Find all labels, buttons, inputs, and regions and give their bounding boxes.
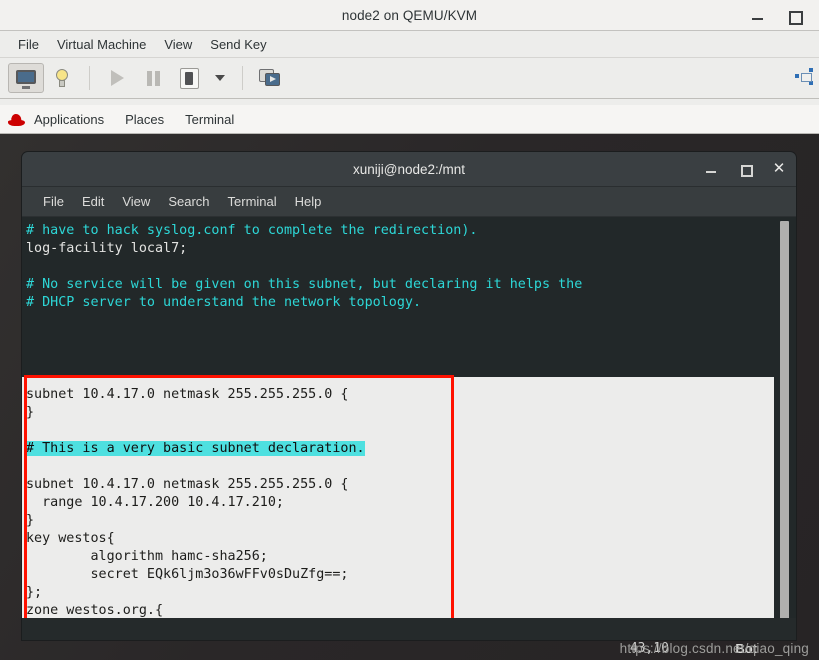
terminal-line: # DHCP server to understand the network … [26, 295, 422, 310]
terminal-window: xuniji@node2:/mnt ✕ File Edit View Searc… [22, 152, 796, 640]
watermark-text: https://blog.csdn.net/qiao_qing [619, 641, 809, 656]
vm-menubar: File Virtual Machine View Send Key [0, 31, 819, 58]
terminal-menu-file[interactable]: File [34, 192, 73, 211]
terminal-line: subnet 10.4.17.0 netmask 255.255.255.0 { [26, 387, 349, 402]
terminal-menu-help[interactable]: Help [286, 192, 331, 211]
toolbar-separator-1 [89, 66, 90, 90]
terminal-menu-view[interactable]: View [113, 192, 159, 211]
terminal-light-text: subnet 10.4.17.0 netmask 255.255.255.0 {… [22, 377, 774, 640]
maximize-icon[interactable] [787, 9, 803, 25]
terminal-line: log-facility local7; [26, 241, 188, 256]
toolbar-separator-2 [242, 66, 243, 90]
vm-menu-view[interactable]: View [155, 35, 201, 54]
terminal-line: subnet 10.4.17.0 netmask 255.255.255.0 { [26, 477, 349, 492]
terminal-menubar: File Edit View Search Terminal Help [22, 187, 796, 217]
terminal-status-strip [22, 618, 796, 640]
terminal-menu-terminal[interactable]: Terminal [219, 192, 286, 211]
terminal-line: key westos{ [26, 531, 115, 546]
scrollbar-thumb[interactable] [780, 221, 789, 638]
lightbulb-icon [55, 68, 69, 88]
terminal-line: secret EQk6ljm3o36wFFv0sDuZfg==; [26, 567, 349, 582]
play-icon [110, 70, 124, 86]
show-details-button[interactable] [44, 63, 80, 93]
terminal-window-buttons: ✕ [704, 161, 786, 177]
vm-window-buttons [751, 0, 811, 31]
screens-icon [259, 68, 281, 88]
terminal-title: xuniji@node2:/mnt [352, 161, 465, 177]
terminal-line: range 10.4.17.200 10.4.17.210; [26, 495, 284, 510]
maximize-icon[interactable] [738, 162, 753, 177]
terminal-line: # This is a very basic subnet declaratio… [26, 440, 774, 458]
close-icon[interactable]: ✕ [772, 161, 786, 176]
panel-item-terminal[interactable]: Terminal [183, 110, 244, 129]
minimize-icon[interactable] [704, 162, 718, 176]
terminal-line: } [26, 513, 35, 528]
panel-item-places[interactable]: Places [123, 110, 174, 129]
vm-window-title: node2 on QEMU/KVM [341, 7, 478, 23]
highlighted-text: # This is a very basic subnet declaratio… [26, 441, 365, 456]
minimize-icon[interactable] [751, 9, 765, 23]
screen-root: node2 on QEMU/KVM File Virtual Machine V… [0, 0, 819, 660]
terminal-scrollbar[interactable] [779, 221, 790, 638]
vm-titlebar: node2 on QEMU/KVM [0, 0, 819, 31]
terminal-dark-text: # have to hack syslog.conf to complete t… [22, 217, 796, 312]
terminal-titlebar: xuniji@node2:/mnt ✕ [22, 152, 796, 187]
monitor-icon [16, 69, 36, 89]
vm-toolbar [0, 58, 819, 99]
terminal-menu-edit[interactable]: Edit [73, 192, 113, 211]
chevron-down-icon[interactable] [215, 75, 225, 81]
manage-snapshots-icon[interactable] [795, 68, 817, 88]
show-console-button[interactable] [8, 63, 44, 93]
vm-menu-file[interactable]: File [9, 35, 48, 54]
terminal-line: } [26, 405, 35, 420]
terminal-line: # have to hack syslog.conf to complete t… [26, 223, 478, 238]
guest-top-panel: Applications Places Terminal [0, 105, 819, 134]
vm-menu-send-key[interactable]: Send Key [201, 35, 275, 54]
pause-icon [146, 70, 160, 86]
panel-item-applications[interactable]: Applications [32, 110, 114, 129]
redhat-icon[interactable] [8, 114, 25, 126]
power-icon [179, 67, 199, 89]
terminal-line: }; [26, 585, 43, 600]
terminal-line: # No service will be given on this subne… [26, 277, 583, 292]
terminal-line: algorithm hamc-sha256; [26, 549, 268, 564]
shutdown-button[interactable] [171, 63, 207, 93]
fullscreen-button[interactable] [252, 63, 288, 93]
vm-menu-virtual-machine[interactable]: Virtual Machine [48, 35, 155, 54]
terminal-menu-search[interactable]: Search [159, 192, 218, 211]
pause-button[interactable] [135, 63, 171, 93]
terminal-body[interactable]: # have to hack syslog.conf to complete t… [22, 217, 796, 640]
terminal-highlighted-region: subnet 10.4.17.0 netmask 255.255.255.0 {… [22, 377, 774, 640]
run-button[interactable] [99, 63, 135, 93]
